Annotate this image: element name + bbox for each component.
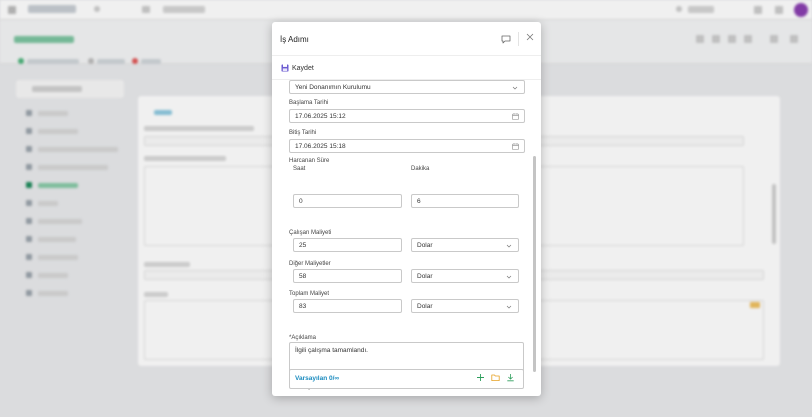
other-cost-currency: Dolar	[417, 272, 433, 280]
other-cost-input[interactable]: 58	[293, 269, 402, 283]
start-date-input[interactable]: 17.06.2025 15:12	[289, 109, 525, 123]
folder-icon[interactable]	[491, 373, 500, 382]
save-button[interactable]: Kaydet	[281, 62, 314, 74]
chevron-down-icon	[512, 86, 518, 90]
start-date-value: 17.06.2025 15:12	[295, 112, 346, 120]
save-label: Kaydet	[292, 64, 314, 72]
hours-input-box[interactable]: 0	[293, 194, 402, 208]
other-cost-currency-select[interactable]: Dolar	[411, 269, 519, 283]
end-date-input[interactable]: 17.06.2025 15:18	[289, 139, 525, 153]
total-cost-input[interactable]: 83	[293, 299, 402, 313]
modal-scrollbar-thumb[interactable]	[533, 156, 536, 372]
employee-cost-currency: Dolar	[417, 241, 433, 249]
other-cost-label: Diğer Maliyetler	[289, 261, 331, 267]
modal-body: Yeni Donanımın Kurulumu Başlama Tarihi 1…	[272, 80, 541, 392]
total-cost-currency: Dolar	[417, 302, 433, 310]
end-date-value: 17.06.2025 15:18	[295, 142, 346, 150]
total-cost-label: Toplam Maliyet	[289, 291, 330, 297]
chevron-down-icon	[506, 244, 512, 248]
employee-cost-currency-select[interactable]: Dolar	[411, 238, 519, 252]
chevron-down-icon	[506, 275, 512, 279]
chevron-down-icon	[506, 305, 512, 309]
employee-cost-value: 25	[299, 241, 307, 249]
floppy-icon	[281, 64, 289, 72]
end-date-label: Bitiş Tarihi	[289, 130, 317, 136]
employee-cost-input[interactable]: 25	[293, 238, 402, 252]
other-cost-value: 58	[299, 272, 307, 280]
modal-title: İş Adımı	[280, 35, 309, 44]
modal-header: İş Adımı	[272, 22, 541, 56]
duration-label: Harcanan Süre	[289, 158, 330, 164]
step-select[interactable]: Yeni Donanımın Kurulumu	[289, 80, 525, 94]
minutes-input[interactable]: 6	[411, 194, 519, 208]
start-date-label: Başlama Tarihi	[289, 100, 329, 106]
attachment-box: Varsayılan 0/∞	[289, 369, 524, 389]
step-select-value: Yeni Donanımın Kurulumu	[295, 83, 371, 91]
calendar-icon[interactable]	[512, 143, 519, 150]
description-value: İlgili çalışma tamamlandı.	[295, 347, 368, 354]
total-cost-value: 83	[299, 302, 307, 310]
download-icon[interactable]	[506, 373, 515, 382]
hours-label: Saat	[293, 166, 306, 172]
minutes-value: 6	[417, 197, 421, 205]
header-divider	[518, 32, 519, 46]
description-label: *Açıklama	[289, 335, 317, 341]
attachment-folder-label[interactable]: Varsayılan 0/∞	[295, 375, 339, 382]
minutes-label: Dakika	[411, 166, 430, 172]
employee-cost-label: Çalışan Maliyeti	[289, 230, 332, 236]
comment-icon[interactable]	[501, 35, 511, 44]
plus-icon[interactable]	[476, 373, 485, 382]
hours-value: 0	[299, 197, 303, 205]
calendar-icon[interactable]	[512, 113, 519, 120]
work-step-modal: İş Adımı Kaydet Yeni Donanımın Kurulumu …	[272, 22, 541, 396]
total-cost-currency-select[interactable]: Dolar	[411, 299, 519, 313]
close-icon[interactable]	[526, 33, 534, 41]
